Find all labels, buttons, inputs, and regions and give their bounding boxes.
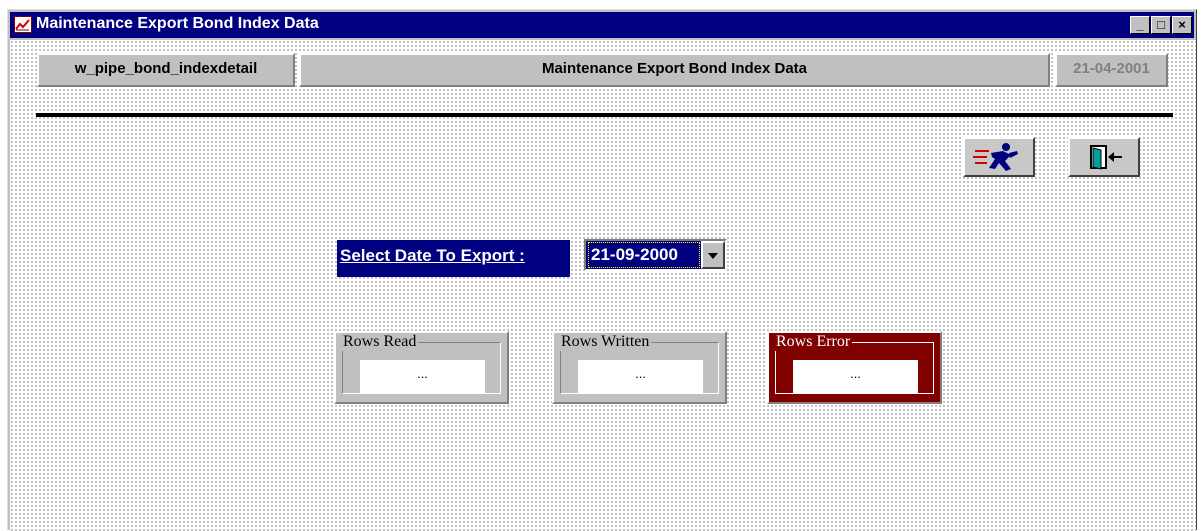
header-divider bbox=[36, 113, 1173, 117]
rows-error-value: ... bbox=[793, 360, 918, 393]
header-date: 21-04-2001 bbox=[1073, 60, 1150, 77]
select-date-label: Select Date To Export : bbox=[337, 240, 570, 277]
minimize-button[interactable]: _ bbox=[1130, 16, 1150, 34]
rows-written-title: Rows Written bbox=[559, 333, 652, 351]
rows-error-group: Rows Error ... bbox=[767, 331, 942, 404]
header-date-box: 21-04-2001 bbox=[1055, 53, 1168, 87]
rows-written-group: Rows Written ... bbox=[552, 331, 727, 404]
window-title: Maintenance Export Bond Index Data bbox=[36, 15, 319, 32]
window-name-label: w_pipe_bond_indexdetail bbox=[74, 60, 258, 77]
rows-read-group: Rows Read ... bbox=[334, 331, 509, 404]
dropdown-button[interactable] bbox=[701, 241, 725, 269]
exit-door-icon bbox=[1090, 145, 1122, 170]
close-button[interactable]: × bbox=[1172, 16, 1192, 34]
maximize-icon: □ bbox=[1157, 17, 1165, 32]
export-date-value[interactable]: 21-09-2000 bbox=[588, 242, 700, 268]
export-date-dropdown[interactable]: 21-09-2000 bbox=[584, 239, 727, 271]
running-man-icon bbox=[973, 143, 1018, 171]
title-bar[interactable]: Maintenance Export Bond Index Data _ □ × bbox=[10, 12, 1194, 38]
rows-read-title: Rows Read bbox=[341, 333, 419, 351]
header-title-box: Maintenance Export Bond Index Data bbox=[299, 53, 1050, 87]
header-title: Maintenance Export Bond Index Data bbox=[541, 60, 808, 77]
run-export-button[interactable] bbox=[963, 137, 1035, 177]
form-area: w_pipe_bond_indexdetail Maintenance Expo… bbox=[10, 40, 1196, 531]
close-icon: × bbox=[1178, 17, 1186, 32]
exit-button[interactable] bbox=[1068, 137, 1140, 177]
window-name-box: w_pipe_bond_indexdetail bbox=[37, 53, 295, 87]
rows-error-title: Rows Error bbox=[774, 333, 853, 351]
app-window: Maintenance Export Bond Index Data _ □ ×… bbox=[7, 9, 1197, 531]
maximize-button[interactable]: □ bbox=[1151, 16, 1171, 34]
rows-written-value: ... bbox=[578, 360, 703, 393]
chevron-down-icon bbox=[708, 253, 718, 259]
chart-app-icon[interactable] bbox=[14, 16, 32, 33]
minimize-icon: _ bbox=[1136, 17, 1144, 32]
rows-read-value: ... bbox=[360, 360, 485, 393]
